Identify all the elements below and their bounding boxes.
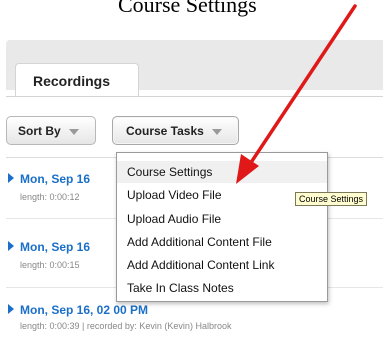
course-tasks-menu: Course Settings Upload Video File Upload… [116, 152, 328, 302]
chevron-down-icon [211, 128, 222, 135]
expand-triangle-icon [8, 173, 14, 183]
course-tasks-label: Course Tasks [126, 123, 204, 138]
instruction-text: Course Settings [118, 0, 257, 17]
tooltip: Course Settings [295, 192, 368, 206]
tab-recordings-label: Recordings [33, 73, 111, 89]
recording-meta: length: 0:00:39 | recorded by: Kevin (Ke… [20, 321, 232, 331]
screen: Course Settings Recordings Sort By Cours… [0, 0, 383, 337]
recording-meta: length: 0:00:12 [20, 192, 80, 202]
recording-title: Mon, Sep 16 [20, 240, 91, 254]
expand-triangle-icon [8, 304, 14, 314]
menu-item-add-content-link[interactable]: Add Additional Content Link [117, 254, 327, 276]
sort-by-label: Sort By [18, 123, 61, 138]
course-tasks-button[interactable]: Course Tasks [112, 116, 239, 145]
recording-title-link[interactable]: Mon, Sep 16 [8, 172, 90, 186]
sort-by-button[interactable]: Sort By [6, 116, 96, 145]
menu-item-upload-audio[interactable]: Upload Audio File [117, 208, 327, 230]
tab-divider [6, 96, 383, 97]
expand-triangle-icon [8, 241, 14, 251]
chevron-down-icon [68, 128, 79, 135]
recording-title: Mon, Sep 16, 02 00 PM [20, 303, 149, 317]
recording-title-link[interactable]: Mon, Sep 16, 02 00 PM [8, 303, 148, 317]
recording-title-link[interactable]: Mon, Sep 16 [8, 240, 90, 254]
menu-item-add-content-file[interactable]: Add Additional Content File [117, 231, 327, 253]
menu-item-course-settings[interactable]: Course Settings [117, 161, 327, 183]
menu-item-class-notes[interactable]: Take In Class Notes [117, 277, 327, 299]
recording-meta: length: 0:00:15 [20, 260, 80, 270]
recording-title: Mon, Sep 16 [20, 172, 91, 186]
